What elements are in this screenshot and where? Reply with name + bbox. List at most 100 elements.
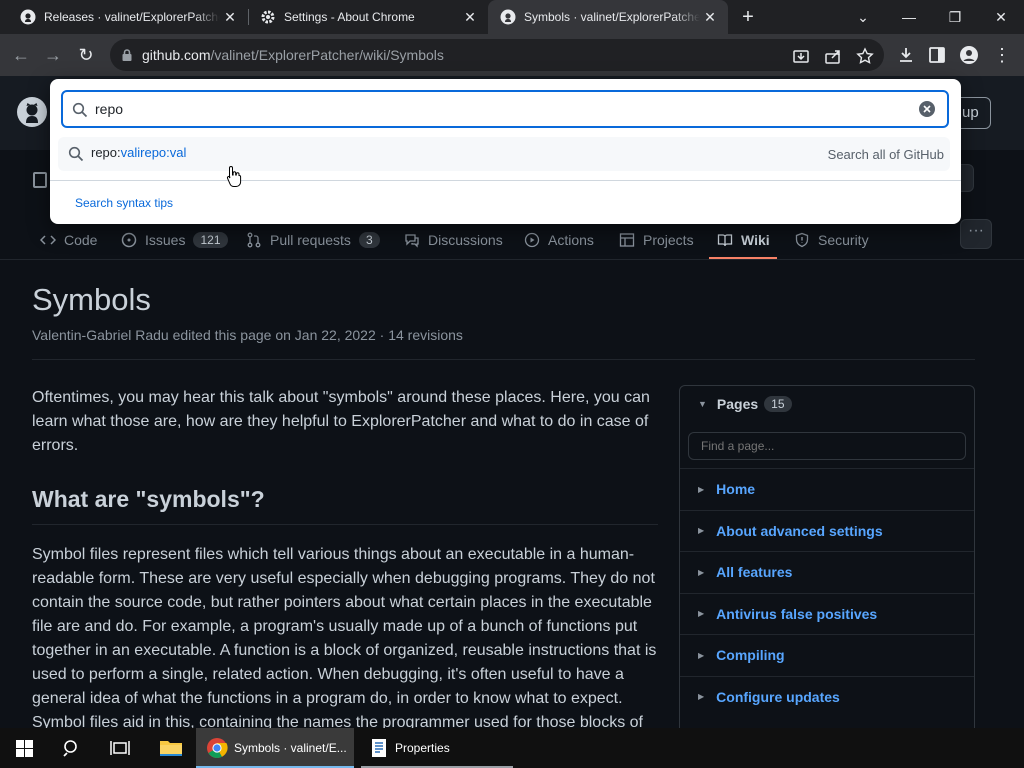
search-icon[interactable] xyxy=(48,728,96,768)
browser-tab-strip: Releases · valinet/ExplorerPatcher ✕ Set… xyxy=(0,0,1024,34)
bookmark-star-icon[interactable] xyxy=(856,47,874,65)
install-app-icon[interactable] xyxy=(792,47,810,65)
taskbar-app-label: Properties xyxy=(395,741,450,755)
minimize-icon[interactable]: — xyxy=(886,0,932,34)
close-tab-icon[interactable]: ✕ xyxy=(222,9,238,25)
search-syntax-tips-link[interactable]: Search syntax tips xyxy=(75,196,173,210)
task-view-icon[interactable] xyxy=(96,728,144,768)
code-icon xyxy=(40,232,56,248)
address-bar[interactable]: github.com/valinet/ExplorerPatcher/wiki/… xyxy=(110,39,884,71)
chrome-menu-icon[interactable]: ⋮ xyxy=(991,44,1013,66)
github-logo-icon[interactable] xyxy=(16,96,48,133)
side-panel-icon[interactable] xyxy=(926,44,948,66)
repo-nav: Code Issues 121 Pull requests 3 Discussi… xyxy=(0,220,1024,260)
search-box[interactable] xyxy=(61,90,949,128)
tab-security[interactable]: Security xyxy=(794,226,869,254)
tab-code[interactable]: Code xyxy=(40,226,97,254)
section-heading: What are "symbols"? xyxy=(32,484,658,525)
tab-pull-requests[interactable]: Pull requests 3 xyxy=(246,226,380,254)
profile-icon[interactable] xyxy=(958,44,980,66)
forward-icon[interactable]: → xyxy=(40,42,66,68)
divider xyxy=(32,359,975,360)
url-text: github.com/valinet/ExplorerPatcher/wiki/… xyxy=(142,47,444,63)
search-scope-label: Search all of GitHub xyxy=(827,147,944,162)
file-explorer-icon[interactable] xyxy=(148,728,194,768)
suggestion-query: repo:valirepo:val xyxy=(91,145,186,160)
tab-issues[interactable]: Issues 121 xyxy=(121,226,228,254)
taskbar-properties-app[interactable]: Properties xyxy=(361,728,513,768)
tab-symbols[interactable]: Symbols · valinet/ExplorerPatcher ✕ xyxy=(488,0,728,34)
search-suggestion[interactable]: repo:valirepo:val Search all of GitHub xyxy=(58,137,950,171)
taskbar-chrome-app[interactable]: Symbols · valinet/E... xyxy=(196,728,354,768)
tab-label: Code xyxy=(64,232,98,248)
page-link[interactable]: Home xyxy=(716,481,755,497)
page-link[interactable]: Antivirus false positives xyxy=(716,606,877,622)
page-item[interactable]: ▶ Compiling xyxy=(680,634,974,676)
selected-tab-underline xyxy=(709,257,777,259)
tab-label: Security xyxy=(818,232,869,248)
pages-header[interactable]: ▼ Pages 15 xyxy=(698,396,792,412)
tab-discussions[interactable]: Discussions xyxy=(404,226,503,254)
pr-count-badge: 3 xyxy=(358,232,380,248)
tab-search-icon[interactable]: ⌄ xyxy=(840,0,886,34)
github-favicon-icon xyxy=(20,9,36,25)
caret-right-icon: ▶ xyxy=(698,526,705,536)
repo-icon xyxy=(33,172,47,188)
search-input[interactable] xyxy=(95,98,895,120)
body-paragraph: Symbol files represent files which tell … xyxy=(32,546,657,728)
windows-taskbar: Symbols · valinet/E... Properties xyxy=(0,728,1024,768)
chrome-logo-icon xyxy=(206,737,228,759)
tab-settings[interactable]: Settings - About Chrome ✕ xyxy=(248,0,488,34)
page-link[interactable]: All features xyxy=(716,564,792,580)
tab-releases[interactable]: Releases · valinet/ExplorerPatcher ✕ xyxy=(8,0,248,34)
windows-start-icon[interactable] xyxy=(0,728,48,768)
play-icon xyxy=(524,232,540,248)
wiki-content: Oftentimes, you may hear this talk about… xyxy=(32,386,658,728)
new-tab-icon[interactable]: + xyxy=(737,6,759,28)
page-title: Symbols xyxy=(32,282,151,317)
close-tab-icon[interactable]: ✕ xyxy=(462,9,478,25)
tab-wiki[interactable]: Wiki xyxy=(717,226,770,254)
tab-label: Actions xyxy=(548,232,594,248)
close-tab-icon[interactable]: ✕ xyxy=(702,9,718,25)
tab-label: Pull requests xyxy=(270,232,351,248)
close-window-icon[interactable]: ✕ xyxy=(978,0,1024,34)
caret-right-icon: ▶ xyxy=(698,692,705,702)
tab-label: Wiki xyxy=(741,232,770,248)
page-link[interactable]: Compiling xyxy=(716,647,784,663)
share-icon[interactable] xyxy=(824,47,842,65)
restore-icon[interactable]: ❐ xyxy=(932,0,978,34)
page-link[interactable]: About advanced settings xyxy=(716,523,882,539)
tab-title: Settings - About Chrome xyxy=(284,10,415,24)
page-link[interactable]: Configure updates xyxy=(716,689,840,705)
page-item[interactable]: ▶ About advanced settings xyxy=(680,509,974,552)
caret-right-icon: ▶ xyxy=(698,484,705,494)
reload-icon[interactable]: ↻ xyxy=(73,42,99,68)
suggestion-prefix: repo: xyxy=(91,145,121,160)
tab-projects[interactable]: Projects xyxy=(619,226,694,254)
page-item[interactable]: ▶ Antivirus false positives xyxy=(680,592,974,635)
more-options-icon[interactable]: ··· xyxy=(960,219,992,249)
book-icon xyxy=(717,232,733,248)
properties-window-icon xyxy=(371,738,387,758)
shield-icon xyxy=(794,232,810,248)
download-icon[interactable] xyxy=(895,44,917,66)
page-item[interactable]: ▶ Home xyxy=(680,468,974,510)
tab-title: Releases · valinet/ExplorerPatcher xyxy=(44,10,220,24)
suggestion-value: valirepo:val xyxy=(120,145,187,160)
github-favicon-icon xyxy=(500,9,516,25)
table-icon xyxy=(619,232,635,248)
page-meta: Valentin-Gabriel Radu edited this page o… xyxy=(32,327,463,343)
back-icon[interactable]: ← xyxy=(8,42,34,68)
page-item[interactable]: ▶ Configure updates xyxy=(680,675,974,718)
browser-toolbar: ← → ↻ github.com/valinet/ExplorerPatcher… xyxy=(0,34,1024,76)
clear-search-icon[interactable] xyxy=(918,100,936,118)
pages-list: ▶ Home ▶ About advanced settings ▶ All feat… xyxy=(680,468,974,717)
tab-label: Discussions xyxy=(428,232,503,248)
page-item[interactable]: ▶ All features xyxy=(680,551,974,593)
lock-icon xyxy=(120,48,134,62)
tab-actions[interactable]: Actions xyxy=(524,226,594,254)
find-page-input[interactable] xyxy=(688,432,966,460)
search-dialog: repo:valirepo:val Search all of GitHub S… xyxy=(50,79,961,224)
hand-cursor-icon xyxy=(226,165,242,194)
